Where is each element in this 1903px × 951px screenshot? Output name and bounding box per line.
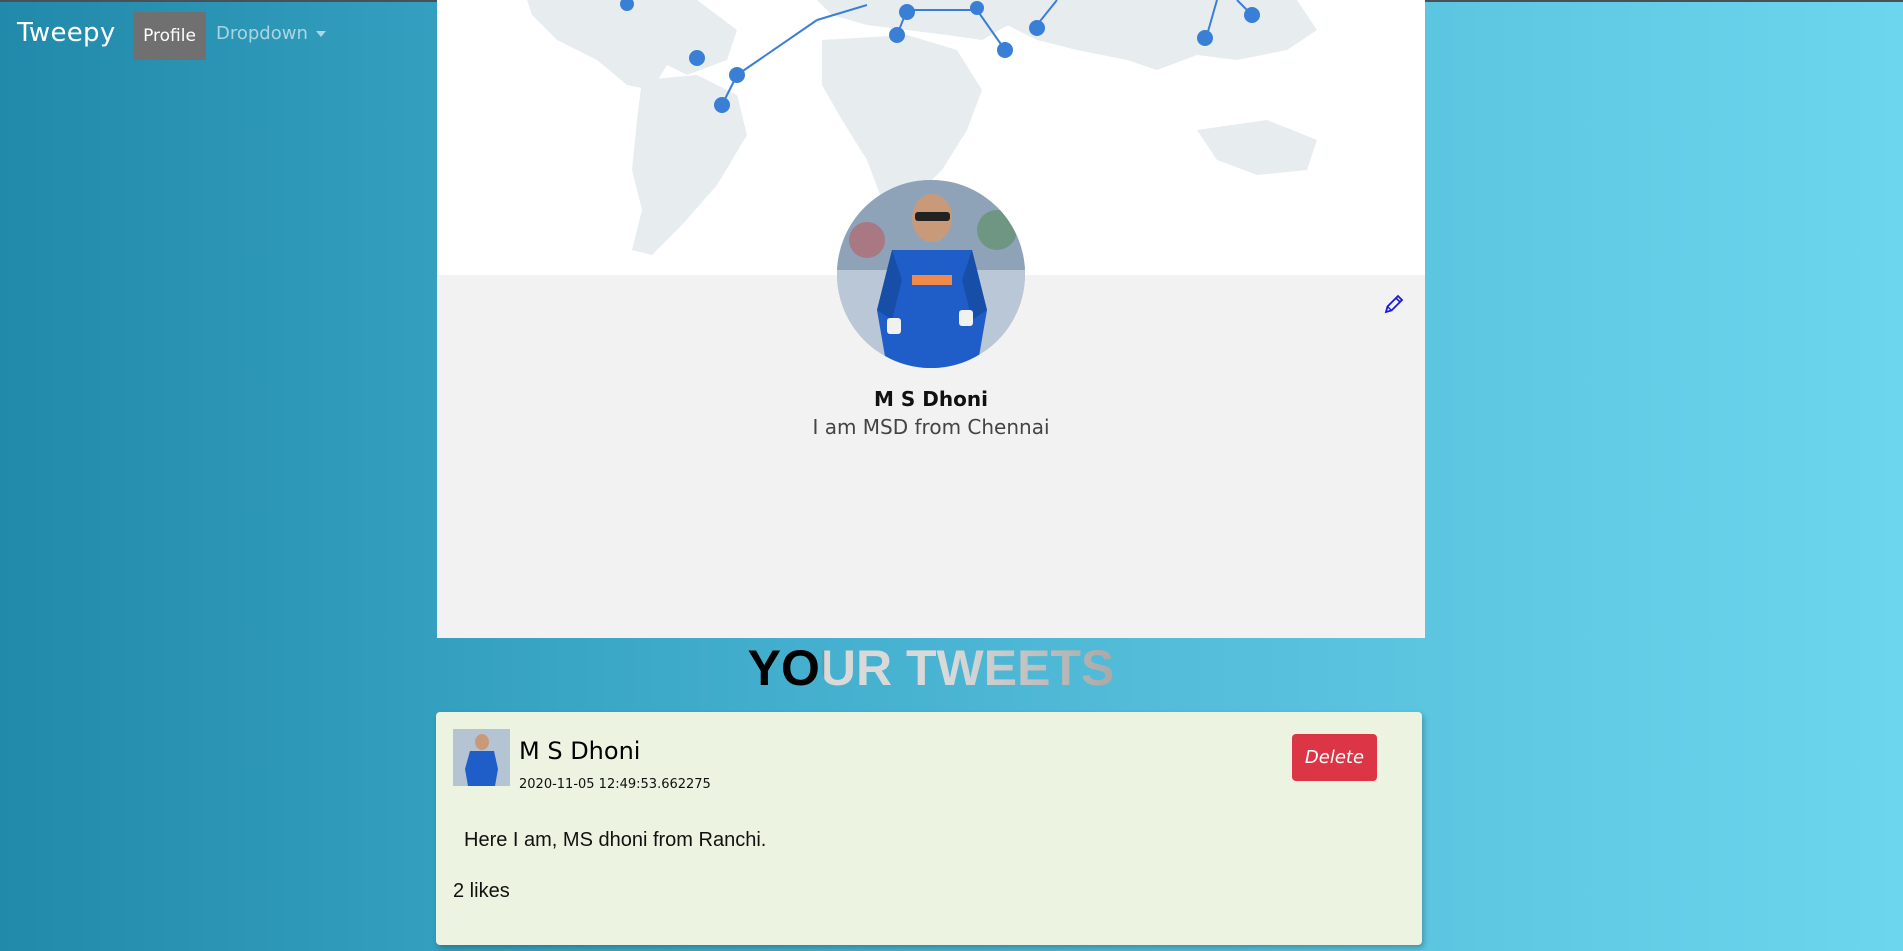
section-heading-text: YOUR TWEETS <box>747 640 1115 696</box>
tweet-timestamp: 2020-11-05 12:49:53.662275 <box>519 777 711 792</box>
nav-dropdown-toggle[interactable]: Dropdown <box>216 23 326 44</box>
profile-card: M S Dhoni I am MSD from Chennai <box>437 0 1425 638</box>
tweet-author-name: M S Dhoni <box>519 737 641 765</box>
nav-profile-link[interactable]: Profile <box>133 12 206 60</box>
delete-tweet-button[interactable]: Delete <box>1292 734 1377 781</box>
pencil-icon[interactable] <box>1382 292 1406 316</box>
brand-logo[interactable]: Tweepy <box>17 18 116 48</box>
tweet-likes-count: 2 likes <box>453 880 510 902</box>
caret-down-icon <box>315 30 326 37</box>
profile-name: M S Dhoni <box>874 387 988 411</box>
section-heading: YOUR TWEETS <box>437 638 1425 698</box>
profile-bio: I am MSD from Chennai <box>812 415 1050 439</box>
nav-dropdown-label: Dropdown <box>216 23 308 44</box>
tweet-text: Here I am, MS dhoni from Ranchi. <box>464 829 767 851</box>
profile-avatar <box>837 180 1025 368</box>
profile-photo <box>837 180 1025 368</box>
navbar: Tweepy Profile Dropdown <box>0 0 420 62</box>
tweet-author-avatar <box>453 729 510 786</box>
tweet-card: M S Dhoni 2020-11-05 12:49:53.662275 Del… <box>436 712 1422 945</box>
